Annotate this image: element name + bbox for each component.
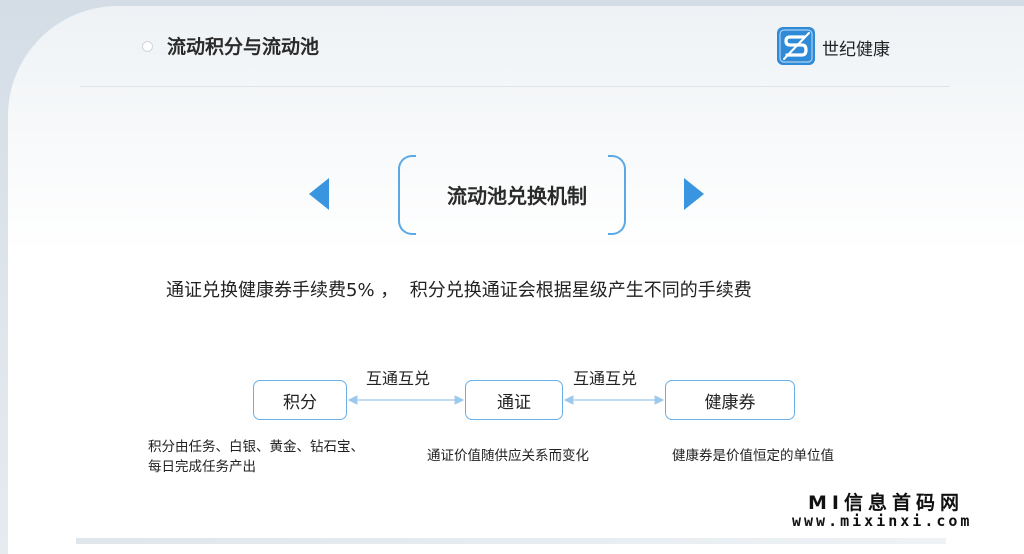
- logo-text: 世纪健康: [822, 40, 890, 60]
- watermark-url: www.mixinxi.com: [792, 512, 973, 530]
- node-health-voucher: 健康券: [665, 380, 795, 420]
- node-pass: 通证: [465, 380, 563, 420]
- watermark-title: MI信息首码网: [808, 492, 964, 514]
- triangle-left-icon: [309, 178, 329, 210]
- triangle-right-icon: [684, 178, 704, 210]
- bracket-right: [608, 155, 626, 235]
- pass-description: 通证价值随供应关系而变化: [427, 448, 589, 464]
- link-label-points-pass: 互通互兑: [366, 369, 431, 388]
- bullet-dot-icon: [142, 41, 153, 52]
- section-title: 流动积分与流动池: [167, 36, 320, 58]
- mechanism-title: 流动池兑换机制: [447, 184, 587, 208]
- header-divider: [80, 86, 950, 87]
- node-points: 积分: [253, 380, 347, 420]
- points-description: 积分由任务、白银、黄金、钻石宝、每日完成任务产出: [148, 439, 364, 475]
- link-label-pass-voucher: 互通互兑: [573, 369, 638, 388]
- s-letter-logo-icon: [777, 27, 815, 65]
- voucher-description: 健康券是价值恒定的单位值: [672, 448, 834, 464]
- fee-description: 通证兑换健康券手续费5% ， 积分兑换通证会根据星级产生不同的手续费: [166, 280, 752, 301]
- footer-bar: [76, 538, 946, 544]
